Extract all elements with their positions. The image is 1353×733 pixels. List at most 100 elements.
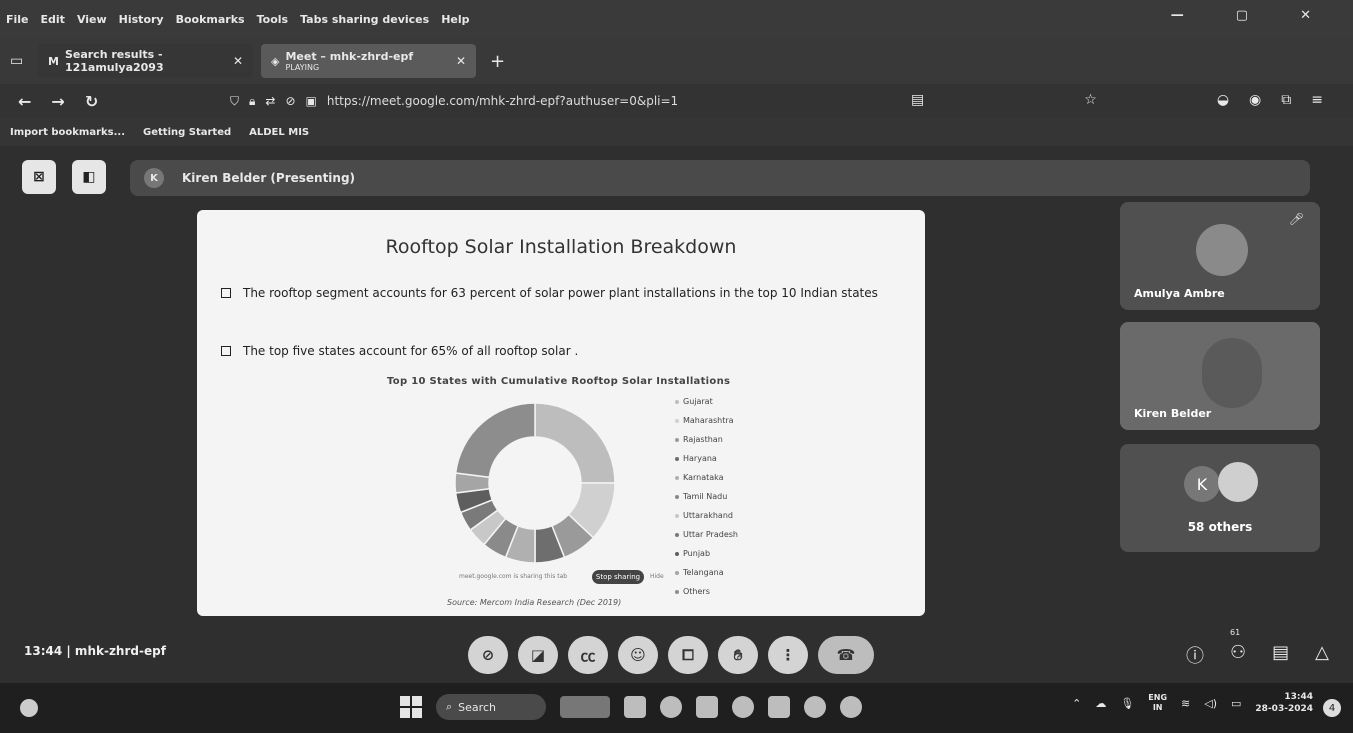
presenter-label: Kiren Belder (Presenting) [182, 171, 356, 185]
chrome-icon[interactable] [804, 696, 826, 718]
participant-tile-amulya[interactable]: 🎤︎ Amulya Ambre [1120, 202, 1320, 310]
slide-bullet-1: The rooftop segment accounts for 63 perc… [221, 286, 878, 300]
chat-icon[interactable]: ▤ [1272, 642, 1289, 668]
minimize-button[interactable]: — [1171, 8, 1184, 23]
notification-badge[interactable]: 4 [1323, 699, 1341, 717]
wifi-icon[interactable]: ≋ [1181, 697, 1190, 710]
people-icon[interactable]: 61 ⚇ [1230, 628, 1246, 668]
participant-tile-kiren[interactable]: Kiren Belder [1120, 322, 1320, 430]
back-icon[interactable]: ← [18, 92, 31, 111]
hide-sharing-button[interactable]: Hide [650, 573, 664, 580]
battery-icon[interactable]: ▭ [1231, 697, 1241, 710]
bookmark-getting-started[interactable]: Getting Started [143, 127, 231, 138]
legend-marker [675, 456, 679, 461]
tab-meet[interactable]: ◈ Meet – mhk-zhrd-epf PLAYING ✕ [261, 44, 476, 78]
close-tab-icon[interactable]: ✕ [456, 54, 466, 68]
chart-legend: Gujarat Maharashtra Rajasthan Haryana Karnat… [675, 392, 738, 601]
clock[interactable]: 13:44 28-03-2024 [1255, 691, 1313, 715]
pocket-icon[interactable]: ◒ [1217, 92, 1229, 108]
search-label: Search [458, 700, 496, 714]
tab-playing-label: PLAYING [285, 63, 320, 72]
start-icon[interactable] [400, 696, 422, 718]
system-tray: ⌃ ☁︎ 🎙︎ ENG IN ≋ ◁) ▭ 13:44 28-03-2024 [1072, 691, 1313, 715]
tab-search-results[interactable]: M Search results - 121amulya2093 ✕ [38, 44, 253, 78]
file-explorer-icon[interactable] [696, 696, 718, 718]
activities-icon[interactable]: △ [1315, 642, 1329, 668]
gmail-icon: M [48, 54, 59, 68]
legend-item: Punjab [675, 544, 738, 563]
chart-title: Top 10 States with Cumulative Rooftop So… [387, 376, 731, 387]
language-indicator[interactable]: ENG IN [1148, 693, 1167, 713]
shield-icon[interactable]: ⛉ [230, 94, 239, 109]
legend-marker [675, 399, 679, 404]
menu-view[interactable]: View [77, 13, 107, 26]
participant-tile-others[interactable]: K 58 others [1120, 444, 1320, 552]
legend-marker [675, 589, 679, 594]
menu-edit[interactable]: Edit [41, 13, 65, 26]
avatar [1218, 462, 1258, 502]
emoji-button[interactable]: ☺ [618, 636, 658, 674]
legend-marker [675, 494, 679, 499]
legend-item: Gujarat [675, 392, 738, 411]
camera-off-button[interactable]: ◪ [518, 636, 558, 674]
firefox-icon[interactable] [840, 696, 862, 718]
checkbox-icon [221, 346, 231, 356]
close-window-button[interactable]: ✕ [1300, 8, 1311, 23]
menu-tools[interactable]: Tools [257, 13, 288, 26]
leave-call-button[interactable]: ☎︎ [818, 636, 874, 674]
extensions-icon[interactable]: ⧉ [1281, 92, 1291, 108]
edge-icon[interactable] [732, 696, 754, 718]
bookmark-star-icon[interactable]: ☆ [1084, 92, 1097, 108]
reader-view-icon[interactable]: ▤ [911, 92, 924, 108]
layout-icon[interactable]: ◧ [72, 160, 106, 194]
menu-help[interactable]: Help [441, 13, 469, 26]
more-options-button[interactable]: ⋮ [768, 636, 808, 674]
screen-share-icon[interactable]: ▣ [306, 94, 317, 108]
presenter-bar: K Kiren Belder (Presenting) [130, 160, 1310, 196]
new-tab-icon[interactable]: + [490, 51, 505, 72]
legend-marker [675, 570, 679, 575]
task-view-icon[interactable] [624, 696, 646, 718]
tab-list-icon[interactable]: ▭ [10, 53, 38, 69]
maximize-button[interactable]: ▢ [1236, 8, 1248, 23]
store-icon[interactable] [768, 696, 790, 718]
reload-icon[interactable]: ↻ [85, 92, 98, 111]
widget-image-icon[interactable] [560, 696, 610, 718]
permissions-icon[interactable]: ⇄ [265, 94, 275, 108]
menu-bookmarks[interactable]: Bookmarks [176, 13, 245, 26]
volume-icon[interactable]: ◁) [1204, 697, 1217, 710]
raise-hand-button[interactable]: ✋︎ [718, 636, 758, 674]
menu-history[interactable]: History [119, 13, 164, 26]
legend-item: Uttarakhand [675, 506, 738, 525]
chevron-up-icon[interactable]: ⌃ [1072, 697, 1081, 710]
taskbar-search[interactable]: ⌕ Search [436, 694, 546, 720]
meeting-info-icon[interactable]: ⓘ [1186, 642, 1204, 668]
bullet-text: The rooftop segment accounts for 63 perc… [243, 286, 878, 300]
hamburger-menu-icon[interactable]: ≡ [1311, 92, 1323, 108]
taskbar: ⌕ Search ⌃ ☁︎ 🎙︎ ENG IN ≋ ◁) ▭ 13:44 28-… [0, 683, 1353, 733]
url-text[interactable]: https://meet.google.com/mhk-zhrd-epf?aut… [327, 94, 678, 108]
stop-sharing-button[interactable]: Stop sharing [592, 570, 644, 584]
present-button[interactable]: ⧠ [668, 636, 708, 674]
mic-off-button[interactable]: ⊘ [468, 636, 508, 674]
bookmark-aldel-mis[interactable]: ALDEL MIS [249, 127, 309, 138]
onedrive-icon[interactable]: ☁︎ [1095, 697, 1106, 710]
menu-tabs-sharing-devices[interactable]: Tabs sharing devices [300, 13, 429, 26]
account-icon[interactable]: ◉ [1249, 92, 1261, 108]
captions-button[interactable]: ㏄ [568, 636, 608, 674]
bookmark-import[interactable]: Import bookmarks... [10, 127, 125, 138]
menu-file[interactable]: File [6, 13, 29, 26]
tab-title-block: Meet – mhk-zhrd-epf PLAYING [285, 50, 413, 72]
microphone-icon[interactable]: 🎙︎ [1120, 697, 1134, 710]
captions-off-icon[interactable]: ⊠ [22, 160, 56, 194]
tab-title: Meet – mhk-zhrd-epf [285, 50, 414, 63]
legend-item: Karnataka [675, 468, 738, 487]
participant-count-badge: 61 [1230, 628, 1241, 637]
legend-item: Rajasthan [675, 430, 738, 449]
weather-icon[interactable] [20, 699, 38, 717]
close-tab-icon[interactable]: ✕ [233, 54, 243, 68]
camera-icon[interactable]: ⊘ [285, 94, 295, 108]
lock-icon[interactable]: 🔒︎ [249, 94, 255, 109]
chat-app-icon[interactable] [660, 696, 682, 718]
forward-icon[interactable]: → [51, 92, 64, 111]
